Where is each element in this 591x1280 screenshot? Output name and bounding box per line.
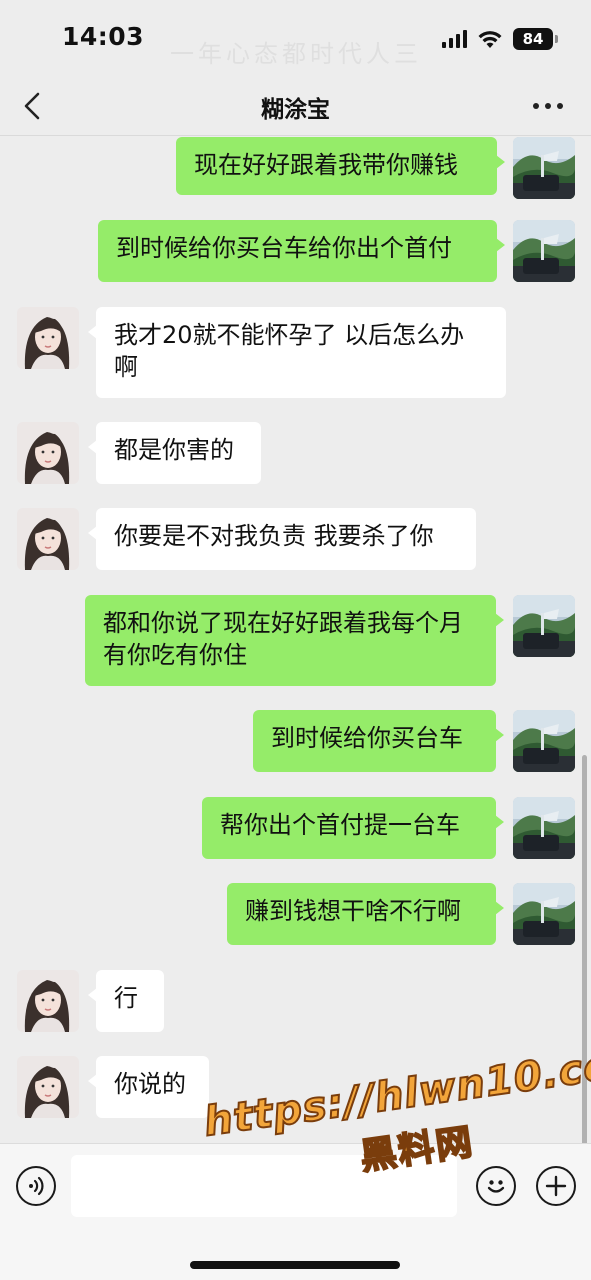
wifi-icon bbox=[477, 29, 503, 49]
message-bubble-incoming[interactable]: 都是你害的 bbox=[88, 422, 261, 484]
my-avatar[interactable] bbox=[513, 137, 575, 199]
portrait-avatar-image bbox=[17, 970, 79, 1032]
more-functions-button[interactable] bbox=[536, 1166, 576, 1206]
faint-background-text: 一年心态都时代人三 bbox=[170, 40, 422, 68]
emoji-icon bbox=[487, 1180, 505, 1193]
my-avatar[interactable] bbox=[513, 595, 575, 657]
landscape-avatar-image bbox=[513, 883, 575, 945]
contact-avatar[interactable] bbox=[17, 970, 79, 1032]
landscape-avatar-image bbox=[513, 595, 575, 657]
scrollbar[interactable] bbox=[582, 755, 587, 1143]
message-bubble-incoming[interactable]: 我才20就不能怀孕了 以后怎么办啊 bbox=[88, 307, 506, 398]
emoji-button[interactable] bbox=[476, 1166, 516, 1206]
status-icons: 84 bbox=[442, 26, 558, 52]
contact-avatar[interactable] bbox=[17, 1056, 79, 1118]
status-bar: 14:03 一年心态都时代人三 84 bbox=[0, 0, 591, 78]
my-avatar[interactable] bbox=[513, 220, 575, 282]
plus-icon bbox=[545, 1175, 567, 1197]
message-bubble-outgoing[interactable]: 都和你说了现在好好跟着我每个月有你吃有你住 bbox=[85, 595, 504, 686]
contact-avatar[interactable] bbox=[17, 508, 79, 570]
home-indicator[interactable] bbox=[190, 1261, 400, 1269]
input-bar bbox=[0, 1143, 591, 1280]
voice-button[interactable] bbox=[16, 1166, 56, 1206]
voice-icon bbox=[29, 1176, 44, 1196]
chat-header: 糊涂宝 bbox=[0, 78, 591, 136]
more-dots-icon bbox=[533, 103, 539, 109]
message-input[interactable] bbox=[71, 1155, 457, 1217]
my-avatar[interactable] bbox=[513, 883, 575, 945]
my-avatar[interactable] bbox=[513, 797, 575, 859]
landscape-avatar-image bbox=[513, 710, 575, 772]
landscape-avatar-image bbox=[513, 137, 575, 199]
my-avatar[interactable] bbox=[513, 710, 575, 772]
message-bubble-incoming[interactable]: 行 bbox=[88, 970, 164, 1032]
landscape-avatar-image bbox=[513, 797, 575, 859]
portrait-avatar-image bbox=[17, 1056, 79, 1118]
battery-level: 84 bbox=[522, 30, 544, 48]
cellular-signal-icon bbox=[442, 30, 467, 48]
message-bubble-outgoing[interactable]: 赚到钱想干啥不行啊 bbox=[227, 883, 504, 945]
status-time: 14:03 bbox=[62, 22, 145, 51]
message-bubble-outgoing[interactable]: 帮你出个首付提一台车 bbox=[202, 797, 504, 859]
message-bubble-outgoing[interactable]: 现在好好跟着我带你赚钱 bbox=[176, 137, 505, 195]
message-bubble-outgoing[interactable]: 到时候给你买台车 bbox=[253, 710, 504, 772]
chat-title: 糊涂宝 bbox=[261, 97, 330, 123]
portrait-avatar-image bbox=[17, 422, 79, 484]
message-bubble-outgoing[interactable]: 到时候给你买台车给你出个首付 bbox=[98, 220, 505, 282]
portrait-avatar-image bbox=[17, 307, 79, 369]
message-list[interactable]: 现在好好跟着我带你赚钱 到时候给你买台车给你出个首付 我才20就不能怀孕了 以后… bbox=[0, 137, 591, 1143]
message-bubble-incoming[interactable]: 你说的 bbox=[88, 1056, 209, 1118]
contact-avatar[interactable] bbox=[17, 307, 79, 369]
battery-icon: 84 bbox=[513, 28, 558, 50]
landscape-avatar-image bbox=[513, 220, 575, 282]
more-button[interactable] bbox=[533, 94, 567, 118]
message-bubble-incoming[interactable]: 你要是不对我负责 我要杀了你 bbox=[88, 508, 476, 570]
portrait-avatar-image bbox=[17, 508, 79, 570]
contact-avatar[interactable] bbox=[17, 422, 79, 484]
